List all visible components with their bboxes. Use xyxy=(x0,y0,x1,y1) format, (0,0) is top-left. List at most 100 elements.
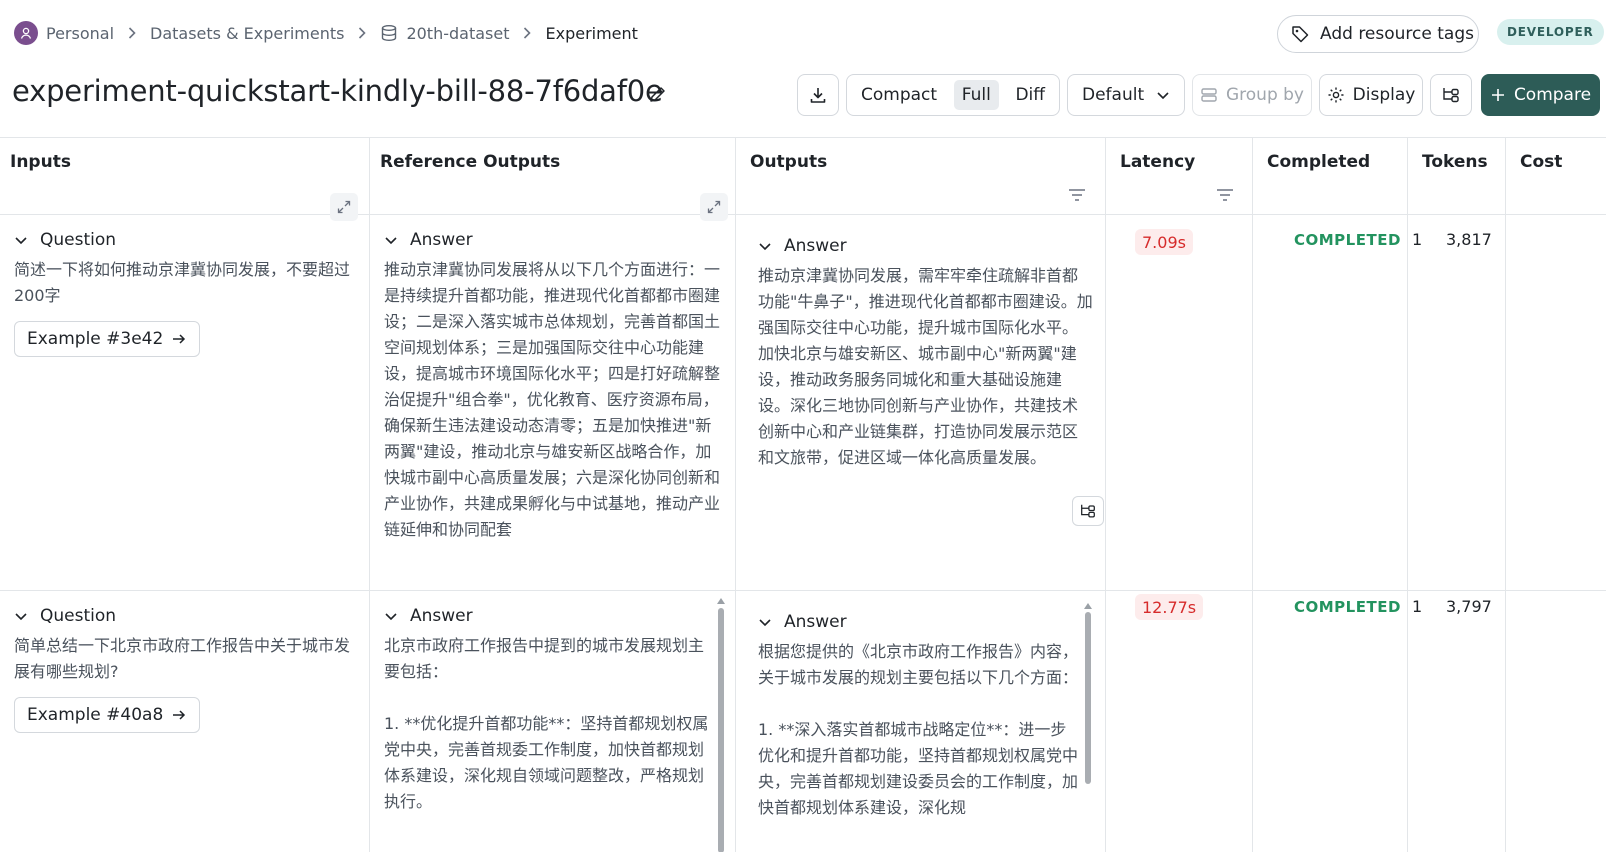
table-row-input: Question 简述一下将如何推动京津冀协同发展，不要超过200字 Examp… xyxy=(14,228,354,578)
display-button[interactable]: Display xyxy=(1319,74,1423,116)
breadcrumb-personal[interactable]: Personal xyxy=(14,21,114,45)
question-label: Question xyxy=(40,606,117,626)
column-divider xyxy=(735,138,736,852)
breadcrumb-datasets[interactable]: Datasets & Experiments xyxy=(150,24,344,43)
plus-icon xyxy=(1491,89,1504,101)
arrow-right-icon xyxy=(173,334,186,344)
answer-toggle[interactable]: Answer xyxy=(384,228,724,252)
chevron-down-icon xyxy=(759,619,771,627)
question-text: 简述一下将如何推动京津冀协同发展，不要超过200字 xyxy=(14,260,351,305)
question-toggle[interactable]: Question xyxy=(14,228,354,252)
column-divider xyxy=(369,138,370,852)
example-link-button[interactable]: Example #3e42 xyxy=(14,321,201,357)
chevron-down-icon xyxy=(1157,92,1169,100)
column-divider xyxy=(1105,138,1106,852)
add-resource-tags-label: Add resource tags xyxy=(1320,24,1474,44)
question-text: 简单总结一下北京市政府工作报告中关于城市发展有哪些规划? xyxy=(14,636,351,681)
answer-label: Answer xyxy=(784,612,847,632)
breadcrumb-dataset[interactable]: 20th-dataset xyxy=(380,24,509,43)
question-toggle[interactable]: Question xyxy=(14,604,354,628)
scroll-up-arrow[interactable] xyxy=(1084,603,1092,609)
answer-label: Answer xyxy=(410,606,473,626)
add-resource-tags-button[interactable]: Add resource tags xyxy=(1277,15,1479,53)
column-divider xyxy=(1407,138,1408,852)
column-header-inputs[interactable]: Inputs xyxy=(10,152,71,172)
latency-badge: 7.09s xyxy=(1135,229,1193,255)
column-header-cost[interactable]: Cost xyxy=(1520,152,1562,172)
column-header-latency[interactable]: Latency xyxy=(1120,152,1195,172)
chevron-down-icon xyxy=(385,237,397,245)
scrollbar-thumb[interactable] xyxy=(718,608,724,852)
token-count: 3,817 xyxy=(1446,230,1492,249)
filter-icon[interactable] xyxy=(1214,184,1236,206)
tag-icon xyxy=(1292,26,1309,43)
table-row-input: Question 简单总结一下北京市政府工作报告中关于城市发展有哪些规划? Ex… xyxy=(14,604,354,852)
view-compact-button[interactable]: Compact xyxy=(853,80,945,110)
developer-badge: DEVELOPER xyxy=(1497,19,1604,45)
group-by-button[interactable]: Group by xyxy=(1192,74,1312,116)
table-row-reference: Answer 北京市政府工作报告中提到的城市发展规划主要包括： 1. **优化提… xyxy=(384,604,714,852)
answer-label: Answer xyxy=(410,230,473,250)
column-header-completed[interactable]: Completed xyxy=(1267,152,1370,172)
experiment-table: Inputs Reference Outputs Outputs Latency… xyxy=(0,137,1606,852)
group-icon xyxy=(1201,88,1217,102)
answer-toggle[interactable]: Answer xyxy=(758,234,1093,258)
default-view-select-label: Default xyxy=(1082,85,1145,105)
status-badge: COMPLETED xyxy=(1294,598,1401,616)
breadcrumb-current: Experiment xyxy=(545,23,638,43)
breadcrumb: Personal Datasets & Experiments 20th-dat… xyxy=(14,20,638,46)
scrollbar-thumb[interactable] xyxy=(1085,612,1091,784)
status-count: 1 xyxy=(1412,597,1423,616)
chevron-down-icon xyxy=(15,237,27,245)
chevron-down-icon xyxy=(15,613,27,621)
filter-icon[interactable] xyxy=(1066,184,1088,206)
expand-icon[interactable] xyxy=(700,193,728,221)
trace-view-button[interactable] xyxy=(1430,74,1472,116)
gear-icon xyxy=(1328,87,1344,103)
breadcrumb-personal-label: Personal xyxy=(46,23,115,43)
answer-toggle[interactable]: Answer xyxy=(758,610,1078,634)
column-header-reference-outputs[interactable]: Reference Outputs xyxy=(380,152,560,172)
header-divider xyxy=(0,214,1606,215)
answer-toggle[interactable]: Answer xyxy=(384,604,714,628)
output-answer-text: 根据您提供的《北京市政府工作报告》内容，关于城市发展的规划主要包括以下几个方面：… xyxy=(758,642,1078,817)
example-link-label: Example #40a8 xyxy=(27,705,164,725)
pencil-edit-icon[interactable] xyxy=(646,82,670,106)
compare-label: Compare xyxy=(1513,85,1592,105)
chevron-right-icon xyxy=(522,26,532,40)
compare-button[interactable]: Compare xyxy=(1481,74,1600,116)
chevron-right-icon xyxy=(127,26,137,40)
reference-answer-text: 推动京津冀协同发展将从以下几个方面进行：一是持续提升首都功能，推进现代化首都都市… xyxy=(384,260,721,539)
token-count: 3,797 xyxy=(1446,597,1492,616)
column-header-outputs[interactable]: Outputs xyxy=(750,152,827,172)
display-label: Display xyxy=(1352,85,1416,105)
view-full-button[interactable]: Full xyxy=(953,80,999,110)
row-divider xyxy=(0,590,1606,591)
table-row-output: Answer 推动京津冀协同发展，需牢牢牵住疏解非首都功能"牛鼻子"，推进现代化… xyxy=(758,234,1093,524)
chevron-down-icon xyxy=(759,243,771,251)
question-label: Question xyxy=(40,230,117,250)
reference-answer-text: 北京市政府工作报告中提到的城市发展规划主要包括： 1. **优化提升首都功能**… xyxy=(384,636,709,811)
download-button[interactable] xyxy=(797,74,839,116)
view-diff-button[interactable]: Diff xyxy=(1007,80,1053,110)
column-divider xyxy=(1505,138,1506,852)
answer-label: Answer xyxy=(784,236,847,256)
status-count: 1 xyxy=(1412,230,1423,249)
trace-tree-icon xyxy=(1443,88,1459,103)
chevron-right-icon xyxy=(357,26,367,40)
download-icon xyxy=(810,88,826,103)
example-link-button[interactable]: Example #40a8 xyxy=(14,697,201,733)
example-link-label: Example #3e42 xyxy=(27,329,164,349)
chevron-down-icon xyxy=(385,613,397,621)
column-header-tokens[interactable]: Tokens xyxy=(1422,152,1488,172)
status-badge: COMPLETED xyxy=(1294,231,1401,249)
scroll-up-arrow[interactable] xyxy=(717,598,725,604)
trace-tree-icon[interactable] xyxy=(1072,496,1104,526)
table-row-reference: Answer 推动京津冀协同发展将从以下几个方面进行：一是持续提升首都功能，推进… xyxy=(384,228,724,588)
table-row-output: Answer 根据您提供的《北京市政府工作报告》内容，关于城市发展的规划主要包括… xyxy=(758,610,1078,852)
default-view-select[interactable]: Default xyxy=(1067,74,1185,116)
group-by-label: Group by xyxy=(1225,85,1304,105)
output-answer-text: 推动京津冀协同发展，需牢牢牵住疏解非首都功能"牛鼻子"，推进现代化首都都市圈建设… xyxy=(758,266,1093,467)
page-title: experiment-quickstart-kindly-bill-88-7f6… xyxy=(12,74,663,108)
expand-icon[interactable] xyxy=(330,193,358,221)
